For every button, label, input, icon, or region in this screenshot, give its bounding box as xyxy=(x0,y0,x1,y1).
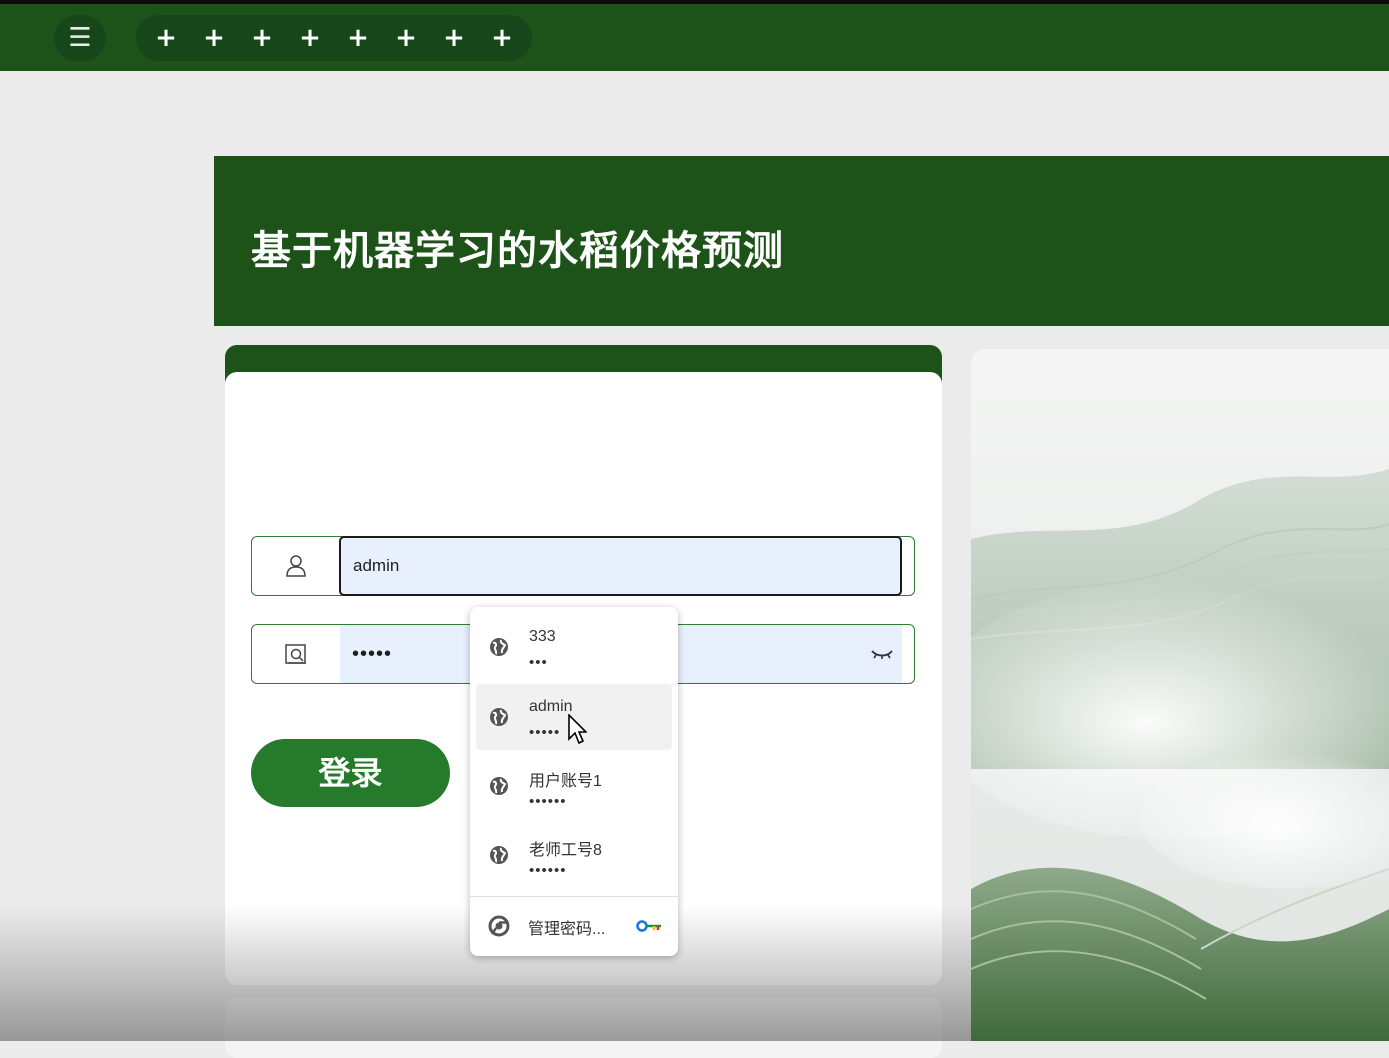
lock-frame-icon xyxy=(252,625,340,683)
page-title: 基于机器学习的水稻价格预测 xyxy=(251,228,784,274)
autofill-password: ••• xyxy=(529,654,548,671)
autofill-username: 用户账号1 xyxy=(529,773,602,790)
username-input[interactable] xyxy=(339,536,902,596)
globe-icon xyxy=(490,638,508,656)
plus-icon[interactable]: + xyxy=(244,20,280,56)
title-banner: 基于机器学习的水稻价格预测 xyxy=(214,156,1389,326)
globe-icon xyxy=(490,777,508,795)
autofill-username: 333 xyxy=(529,628,556,645)
key-icon xyxy=(636,920,661,932)
dropdown-divider xyxy=(470,896,678,897)
autofill-password: ••••• xyxy=(529,724,561,741)
login-button[interactable]: 登录 xyxy=(251,739,450,807)
plus-icon[interactable]: + xyxy=(484,20,520,56)
globe-icon xyxy=(490,708,508,726)
landscape-image xyxy=(971,349,1389,1041)
plus-button-group: + + + + + + + + xyxy=(136,15,532,61)
chrome-icon xyxy=(488,915,510,937)
autofill-password: •••••• xyxy=(529,793,567,810)
top-bar: ☰ + + + + + + + + xyxy=(0,4,1389,71)
autofill-password: •••••• xyxy=(529,862,567,879)
plus-icon[interactable]: + xyxy=(196,20,232,56)
manage-passwords-link[interactable]: 管理密码... xyxy=(528,915,605,939)
username-field xyxy=(251,536,915,596)
password-autofill-dropdown: 333 ••• admin ••••• 用户账号1 •••••• 老师工号8 •… xyxy=(470,607,678,956)
plus-icon[interactable]: + xyxy=(340,20,376,56)
autofill-entry[interactable]: 用户账号1 •••••• xyxy=(476,753,672,819)
plus-icon[interactable]: + xyxy=(388,20,424,56)
globe-icon xyxy=(490,846,508,864)
menu-button[interactable]: ☰ xyxy=(54,15,106,61)
secondary-card xyxy=(225,998,942,1058)
user-icon xyxy=(252,537,340,595)
autofill-entry[interactable]: 老师工号8 •••••• xyxy=(476,822,672,888)
plus-icon[interactable]: + xyxy=(436,20,472,56)
hamburger-icon: ☰ xyxy=(68,23,92,53)
plus-icon[interactable]: + xyxy=(292,20,328,56)
eye-closed-icon[interactable] xyxy=(870,643,894,665)
plus-icon[interactable]: + xyxy=(148,20,184,56)
autofill-entry[interactable]: 333 ••• xyxy=(476,614,672,680)
mouse-cursor-icon xyxy=(568,714,587,745)
autofill-username: 老师工号8 xyxy=(529,842,602,859)
